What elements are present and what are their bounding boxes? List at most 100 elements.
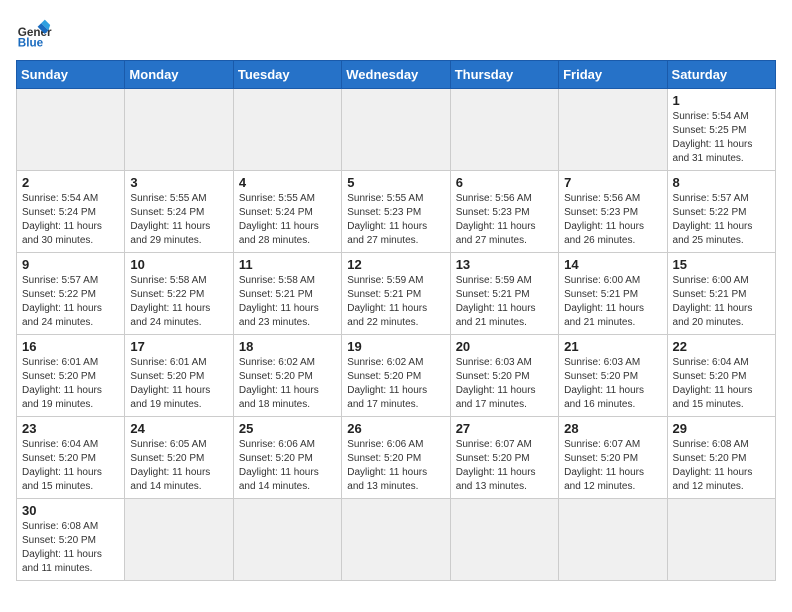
calendar-cell: 23Sunrise: 6:04 AM Sunset: 5:20 PM Dayli… — [17, 417, 125, 499]
day-number: 12 — [347, 257, 444, 272]
calendar-week-row: 1 Sunrise: 5:54 AM Sunset: 5:25 PM Daylig… — [17, 89, 776, 171]
day-number: 8 — [673, 175, 770, 190]
calendar-cell: 2 Sunrise: 5:54 AM Sunset: 5:24 PM Daylig… — [17, 171, 125, 253]
calendar-header-row: SundayMondayTuesdayWednesdayThursdayFrid… — [17, 61, 776, 89]
day-number: 3 — [130, 175, 227, 190]
day-number: 15 — [673, 257, 770, 272]
day-number: 17 — [130, 339, 227, 354]
day-number: 14 — [564, 257, 661, 272]
calendar-cell: 9Sunrise: 5:57 AM Sunset: 5:22 PM Daylig… — [17, 253, 125, 335]
day-number: 10 — [130, 257, 227, 272]
day-number: 4 — [239, 175, 336, 190]
calendar-cell — [233, 499, 341, 581]
day-number: 21 — [564, 339, 661, 354]
day-number: 11 — [239, 257, 336, 272]
calendar-cell — [559, 499, 667, 581]
calendar-cell — [450, 89, 558, 171]
calendar-cell: 4Sunrise: 5:55 AM Sunset: 5:24 PM Daylig… — [233, 171, 341, 253]
calendar-cell: 30Sunrise: 6:08 AM Sunset: 5:20 PM Dayli… — [17, 499, 125, 581]
day-info: Sunrise: 6:06 AM Sunset: 5:20 PM Dayligh… — [239, 438, 336, 494]
column-header-friday: Friday — [559, 61, 667, 89]
day-info: Sunrise: 6:01 AM Sunset: 5:20 PM Dayligh… — [130, 356, 227, 412]
day-info: Sunrise: 5:56 AM Sunset: 5:23 PM Dayligh… — [456, 192, 553, 248]
calendar-cell: 15Sunrise: 6:00 AM Sunset: 5:21 PM Dayli… — [667, 253, 775, 335]
calendar-week-row: 30Sunrise: 6:08 AM Sunset: 5:20 PM Dayli… — [17, 499, 776, 581]
day-info: Sunrise: 5:58 AM Sunset: 5:22 PM Dayligh… — [130, 274, 227, 330]
day-number: 2 — [22, 175, 119, 190]
page-header: General Blue — [16, 16, 776, 52]
day-number: 9 — [22, 257, 119, 272]
column-header-tuesday: Tuesday — [233, 61, 341, 89]
day-info: Sunrise: 6:04 AM Sunset: 5:20 PM Dayligh… — [673, 356, 770, 412]
day-info: Sunrise: 6:03 AM Sunset: 5:20 PM Dayligh… — [564, 356, 661, 412]
day-number: 1 — [673, 93, 770, 108]
calendar-cell: 10 Sunrise: 5:58 AM Sunset: 5:22 PM Dayli… — [125, 253, 233, 335]
calendar-cell: 20 Sunrise: 6:03 AM Sunset: 5:20 PM Dayli… — [450, 335, 558, 417]
calendar-cell: 7 Sunrise: 5:56 AM Sunset: 5:23 PM Daylig… — [559, 171, 667, 253]
calendar-cell — [559, 89, 667, 171]
column-header-saturday: Saturday — [667, 61, 775, 89]
calendar-cell: 3 Sunrise: 5:55 AM Sunset: 5:24 PM Daylig… — [125, 171, 233, 253]
day-info: Sunrise: 5:54 AM Sunset: 5:25 PM Dayligh… — [673, 110, 770, 166]
day-info: Sunrise: 5:55 AM Sunset: 5:23 PM Dayligh… — [347, 192, 444, 248]
calendar-cell: 28 Sunrise: 6:07 AM Sunset: 5:20 PM Dayli… — [559, 417, 667, 499]
day-number: 7 — [564, 175, 661, 190]
day-number: 23 — [22, 421, 119, 436]
calendar-week-row: 16 Sunrise: 6:01 AM Sunset: 5:20 PM Dayli… — [17, 335, 776, 417]
day-number: 28 — [564, 421, 661, 436]
day-number: 6 — [456, 175, 553, 190]
calendar-cell: 21 Sunrise: 6:03 AM Sunset: 5:20 PM Dayli… — [559, 335, 667, 417]
calendar-cell: 5 Sunrise: 5:55 AM Sunset: 5:23 PM Daylig… — [342, 171, 450, 253]
day-number: 26 — [347, 421, 444, 436]
calendar-table: SundayMondayTuesdayWednesdayThursdayFrid… — [16, 60, 776, 581]
day-info: Sunrise: 6:05 AM Sunset: 5:20 PM Dayligh… — [130, 438, 227, 494]
day-info: Sunrise: 5:54 AM Sunset: 5:24 PM Dayligh… — [22, 192, 119, 248]
calendar-cell — [450, 499, 558, 581]
calendar-cell: 17 Sunrise: 6:01 AM Sunset: 5:20 PM Dayli… — [125, 335, 233, 417]
day-info: Sunrise: 6:00 AM Sunset: 5:21 PM Dayligh… — [564, 274, 661, 330]
day-info: Sunrise: 6:07 AM Sunset: 5:20 PM Dayligh… — [564, 438, 661, 494]
calendar-cell: 6 Sunrise: 5:56 AM Sunset: 5:23 PM Daylig… — [450, 171, 558, 253]
calendar-cell: 22 Sunrise: 6:04 AM Sunset: 5:20 PM Dayli… — [667, 335, 775, 417]
calendar-cell: 14 Sunrise: 6:00 AM Sunset: 5:21 PM Dayli… — [559, 253, 667, 335]
day-number: 22 — [673, 339, 770, 354]
calendar-cell — [17, 89, 125, 171]
calendar-cell: 16 Sunrise: 6:01 AM Sunset: 5:20 PM Dayli… — [17, 335, 125, 417]
day-number: 27 — [456, 421, 553, 436]
day-number: 5 — [347, 175, 444, 190]
calendar-cell: 27 Sunrise: 6:07 AM Sunset: 5:20 PM Dayli… — [450, 417, 558, 499]
day-number: 16 — [22, 339, 119, 354]
column-header-thursday: Thursday — [450, 61, 558, 89]
day-info: Sunrise: 5:55 AM Sunset: 5:24 PM Dayligh… — [130, 192, 227, 248]
day-number: 25 — [239, 421, 336, 436]
day-number: 18 — [239, 339, 336, 354]
day-number: 24 — [130, 421, 227, 436]
day-info: Sunrise: 6:06 AM Sunset: 5:20 PM Dayligh… — [347, 438, 444, 494]
day-info: Sunrise: 6:02 AM Sunset: 5:20 PM Dayligh… — [347, 356, 444, 412]
day-info: Sunrise: 5:56 AM Sunset: 5:23 PM Dayligh… — [564, 192, 661, 248]
calendar-week-row: 23Sunrise: 6:04 AM Sunset: 5:20 PM Dayli… — [17, 417, 776, 499]
calendar-cell — [342, 499, 450, 581]
column-header-sunday: Sunday — [17, 61, 125, 89]
calendar-week-row: 2 Sunrise: 5:54 AM Sunset: 5:24 PM Daylig… — [17, 171, 776, 253]
calendar-cell: 29Sunrise: 6:08 AM Sunset: 5:20 PM Dayli… — [667, 417, 775, 499]
day-number: 29 — [673, 421, 770, 436]
calendar-cell: 1 Sunrise: 5:54 AM Sunset: 5:25 PM Daylig… — [667, 89, 775, 171]
calendar-cell: 13Sunrise: 5:59 AM Sunset: 5:21 PM Dayli… — [450, 253, 558, 335]
day-info: Sunrise: 6:03 AM Sunset: 5:20 PM Dayligh… — [456, 356, 553, 412]
calendar-cell: 11Sunrise: 5:58 AM Sunset: 5:21 PM Dayli… — [233, 253, 341, 335]
calendar-cell — [233, 89, 341, 171]
calendar-cell: 12Sunrise: 5:59 AM Sunset: 5:21 PM Dayli… — [342, 253, 450, 335]
day-number: 20 — [456, 339, 553, 354]
column-header-monday: Monday — [125, 61, 233, 89]
day-info: Sunrise: 5:59 AM Sunset: 5:21 PM Dayligh… — [456, 274, 553, 330]
calendar-cell — [125, 89, 233, 171]
day-info: Sunrise: 6:08 AM Sunset: 5:20 PM Dayligh… — [22, 520, 119, 576]
day-info: Sunrise: 6:07 AM Sunset: 5:20 PM Dayligh… — [456, 438, 553, 494]
day-info: Sunrise: 6:02 AM Sunset: 5:20 PM Dayligh… — [239, 356, 336, 412]
day-info: Sunrise: 6:01 AM Sunset: 5:20 PM Dayligh… — [22, 356, 119, 412]
calendar-cell: 24 Sunrise: 6:05 AM Sunset: 5:20 PM Dayli… — [125, 417, 233, 499]
calendar-cell: 25 Sunrise: 6:06 AM Sunset: 5:20 PM Dayli… — [233, 417, 341, 499]
day-number: 19 — [347, 339, 444, 354]
calendar-cell: 19 Sunrise: 6:02 AM Sunset: 5:20 PM Dayli… — [342, 335, 450, 417]
